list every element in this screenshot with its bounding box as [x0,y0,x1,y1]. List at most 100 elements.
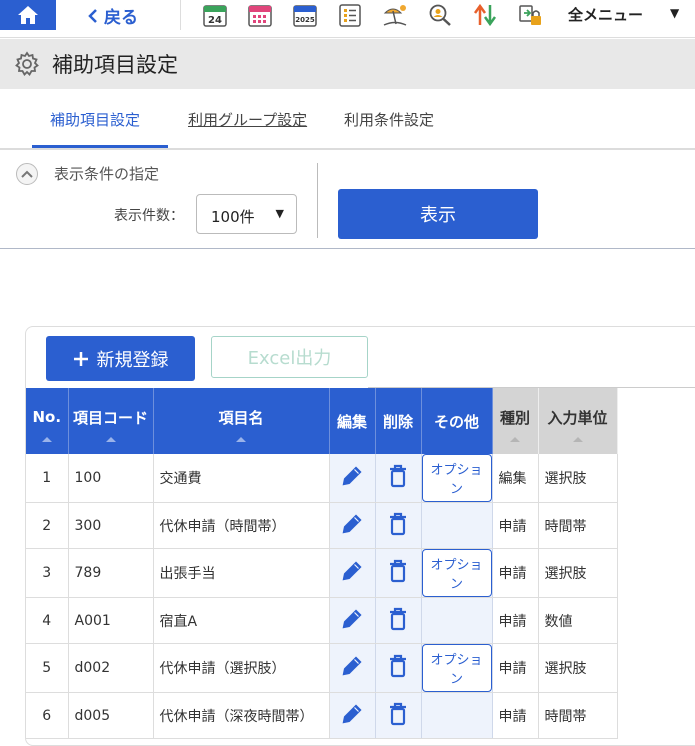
lock-transfer-icon[interactable] [517,3,543,27]
cell-other: オプション [421,454,493,503]
show-button[interactable]: 表示 [338,189,538,239]
tab-auxiliary-items[interactable]: 補助項目設定 [50,109,140,130]
beach-icon[interactable] [382,3,408,27]
calendar-24-icon[interactable]: 24 [202,3,228,27]
cell-no: 3 [26,548,69,598]
pencil-icon [342,513,362,533]
cell-name: 宿直A [153,597,330,644]
cell-code: 300 [68,502,154,549]
cell-type: 申請 [492,692,539,739]
header-delete: 削除 [375,388,422,454]
edit-button[interactable] [329,692,376,739]
count-label: 表示件数： [114,208,184,224]
home-icon [18,6,38,24]
delete-button[interactable] [375,692,422,739]
table-row: 3 789 出張手当 オプション 申請 選択肢 [26,548,618,598]
cell-no: 1 [26,454,69,503]
top-toolbar: 戻る 24 2025 全メニュー ▼ [0,0,695,38]
cell-other: オプション [421,643,493,693]
calendar-2025-text: 2025 [295,16,315,24]
excel-export-button[interactable]: Excel出力 [211,336,368,378]
cell-other [421,502,493,549]
all-menu-button[interactable]: 全メニュー [568,4,643,25]
new-registration-button[interactable]: 新規登録 [46,336,195,381]
checklist-icon[interactable] [337,3,363,27]
header-type[interactable]: 種別 [492,388,539,454]
pencil-icon [342,466,362,486]
trash-icon [390,654,406,678]
delete-button[interactable] [375,454,422,503]
tab-usage-group[interactable]: 利用グループ設定 [188,109,307,130]
home-button[interactable] [0,0,56,30]
cell-code: 789 [68,548,154,598]
sort-icon [105,437,116,442]
trash-icon [390,559,406,583]
transfer-arrows-icon[interactable] [472,3,498,27]
header-item-name[interactable]: 項目名 [153,388,330,454]
filter-panel: 表示条件の指定 表示件数： 100件 ▼ 表示 [0,151,695,249]
header-item-code[interactable]: 項目コード [68,388,154,454]
cell-name: 交通費 [153,454,330,503]
chevron-left-icon [88,8,97,23]
cell-unit: 選択肢 [538,454,618,503]
header-input-unit[interactable]: 入力単位 [538,388,618,454]
cell-type: 編集 [492,454,539,503]
table-row: 4 A001 宿直A 申請 数値 [26,597,618,644]
sort-icon [572,437,583,442]
caret-down-icon[interactable]: ▼ [670,6,679,20]
trash-icon [390,512,406,535]
calendar-2025-icon[interactable]: 2025 [292,3,318,27]
option-button[interactable]: オプション [421,454,492,502]
cell-name: 代休申請（選択肢） [153,643,330,693]
cell-other: オプション [421,548,493,598]
header-no[interactable]: No. [26,388,69,454]
edit-button[interactable] [329,548,376,598]
collapse-button[interactable] [16,163,38,185]
cell-type: 申請 [492,548,539,598]
cell-unit: 時間帯 [538,692,618,739]
cell-no: 2 [26,502,69,549]
cell-no: 4 [26,597,69,644]
pencil-icon [342,656,362,676]
calendar-24-text: 24 [208,15,222,26]
new-registration-label: 新規登録 [96,349,169,371]
delete-button[interactable] [375,643,422,693]
plus-icon [73,351,88,366]
cell-code: A001 [68,597,154,644]
trash-icon [390,607,406,630]
cell-type: 申請 [492,502,539,549]
table-row: 1 100 交通費 オプション 編集 選択肢 [26,454,618,503]
table-header-row: No. 項目コード 項目名 編集 削除 その他 種別 入力単位 [26,388,618,454]
cell-no: 6 [26,692,69,739]
cell-type: 申請 [492,643,539,693]
cell-name: 代休申請（深夜時間帯） [153,692,330,739]
delete-button[interactable] [375,548,422,598]
option-button[interactable]: オプション [421,644,492,692]
header-other: その他 [421,388,493,454]
cell-code: d002 [68,643,154,693]
count-select[interactable]: 100件 ▼ [196,194,297,234]
back-button[interactable]: 戻る [88,3,138,28]
trash-icon [390,702,406,725]
cell-name: 出張手当 [153,548,330,598]
edit-button[interactable] [329,597,376,644]
active-tab-indicator [32,145,168,148]
chevron-up-icon [21,170,33,178]
delete-button[interactable] [375,502,422,549]
option-button[interactable]: オプション [421,549,492,597]
delete-button[interactable] [375,597,422,644]
calendar-grid-icon[interactable] [247,3,273,27]
count-select-value: 100件 [211,208,255,226]
tab-usage-conditions[interactable]: 利用条件設定 [344,109,434,130]
gear-icon [15,51,39,76]
table-row: 5 d002 代休申請（選択肢） オプション 申請 選択肢 [26,643,618,693]
edit-button[interactable] [329,454,376,503]
items-table: No. 項目コード 項目名 編集 削除 その他 種別 入力単位 1 100 交通費オ… [26,388,618,739]
person-search-icon[interactable] [427,3,453,27]
cell-unit: 数値 [538,597,618,644]
pencil-icon [342,703,362,723]
cell-code: 100 [68,454,154,503]
sort-icon [236,437,246,442]
edit-button[interactable] [329,502,376,549]
edit-button[interactable] [329,643,376,693]
